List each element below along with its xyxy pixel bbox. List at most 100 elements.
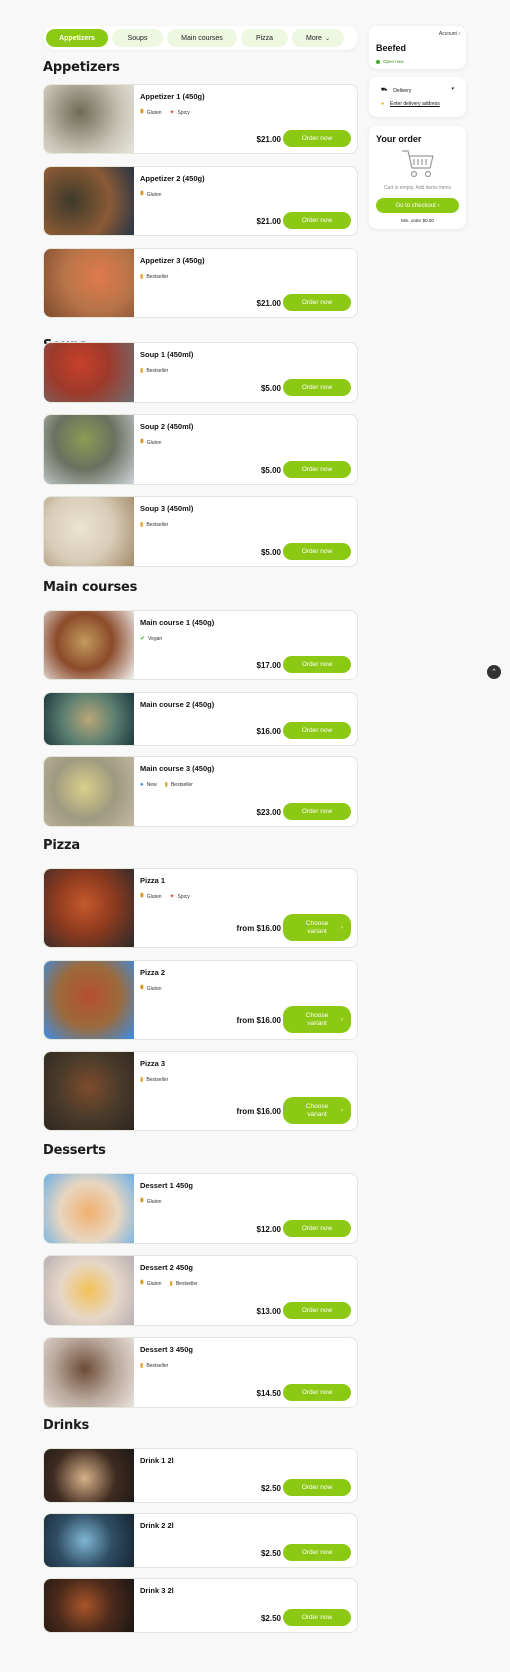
product-photo[interactable] [44, 249, 134, 317]
product-price: $17.00 [256, 661, 281, 670]
tab-more[interactable]: More ⌄ [292, 29, 344, 47]
product-card: Appetizer 1 (450g) ⬮ Gluten ✦ Spicy $21.00 Ord… [43, 84, 358, 154]
product-tags: ⬮ Gluten [140, 191, 351, 198]
tab-appetizers[interactable]: Appetizers [46, 29, 108, 47]
section-title: Main courses [43, 580, 138, 595]
chevron-down-icon: ⌄ [324, 35, 330, 42]
bestseller-icon: ▮ [140, 522, 144, 528]
bestseller-icon: ▮ [140, 1363, 144, 1369]
order-now-button[interactable]: Order now [283, 130, 351, 147]
product-photo[interactable] [44, 1338, 134, 1407]
tab-main-courses[interactable]: Main courses [167, 29, 237, 47]
gluten-icon: ⬮ [140, 1198, 144, 1204]
product-photo[interactable] [44, 1449, 134, 1502]
product-photo[interactable] [44, 757, 134, 826]
vegan-icon: ✔ [140, 636, 146, 642]
shopping-cart-icon [402, 150, 434, 178]
order-now-button[interactable]: Order now [283, 461, 351, 478]
restaurant-name: Beefed [376, 43, 407, 53]
checkout-button[interactable]: Go to checkout › [376, 198, 459, 213]
product-price: $14.50 [256, 1389, 281, 1398]
product-photo[interactable] [44, 1256, 134, 1325]
product-tag-label: New [146, 781, 157, 788]
order-now-button[interactable]: Order now [283, 803, 351, 820]
button-label: Choose variant [305, 1102, 329, 1118]
order-now-button[interactable]: Order now [283, 294, 351, 311]
open-status: Open now [376, 59, 404, 64]
product-photo[interactable] [44, 85, 134, 153]
order-now-button[interactable]: Order now [283, 1384, 351, 1401]
product-photo[interactable] [44, 693, 134, 745]
order-now-button[interactable]: Order now [283, 1220, 351, 1237]
product-photo[interactable] [44, 611, 134, 679]
product-tag: ▮ Bestseller [140, 367, 168, 375]
bestseller-icon: ▮ [140, 1077, 144, 1083]
product-tag: ✦ Spicy [170, 109, 190, 117]
product-photo[interactable] [44, 167, 134, 235]
new-icon: ● [140, 781, 144, 788]
product-card: Pizza 1 ⬮ Gluten ✦ Spicy from $16.00 Choose va… [43, 868, 358, 948]
product-tag-label: Bestseller [170, 781, 193, 788]
product-details: Dessert 3 450g ▮ Bestseller $14.50 Order now [134, 1338, 357, 1407]
tab-soups[interactable]: Soups [112, 29, 163, 47]
product-tag: ▮ Bestseller [170, 1280, 198, 1288]
choose-variant-button[interactable]: Choose variant › [283, 1097, 351, 1124]
order-now-button[interactable]: Order now [283, 212, 351, 229]
product-photo[interactable] [44, 1579, 134, 1632]
product-card: Soup 3 (450ml) ▮ Bestseller $5.00 Order now [43, 496, 358, 567]
button-label: Order now [301, 1614, 333, 1621]
status-dot-icon [376, 59, 380, 64]
product-price: $2.50 [260, 1484, 281, 1493]
delivery-mode-select[interactable]: ⛟ Delivery [381, 87, 411, 94]
product-photo[interactable] [44, 497, 134, 566]
product-tags: ▮ Bestseller [140, 1362, 351, 1370]
chevron-right-icon: › [341, 1017, 343, 1023]
order-now-button[interactable]: Order now [283, 1479, 351, 1496]
product-details: Drink 2 2l $2.50 Order now [134, 1514, 357, 1567]
button-label: Order now [301, 1307, 333, 1314]
product-name: Dessert 3 450g [140, 1345, 193, 1354]
product-tag: ✦ Spicy [169, 893, 190, 901]
product-photo[interactable] [44, 415, 134, 484]
delivery-address[interactable]: ● Enter delivery address [381, 101, 440, 107]
product-card: Main course 1 (450g) ✔ Vegan $17.00 Order no… [43, 610, 358, 680]
choose-variant-button[interactable]: Choose variant › [283, 1006, 351, 1033]
order-now-button[interactable]: Order now [283, 722, 351, 739]
product-tag: ⬮ Gluten [140, 985, 162, 992]
product-tag-label: Bestseller [175, 1280, 198, 1287]
scroll-up-button[interactable]: ⌃ [487, 665, 501, 679]
spicy-icon: ✦ [169, 894, 175, 900]
chevron-right-icon: › [341, 925, 343, 931]
order-title: Your order [376, 134, 422, 144]
order-panel: Your order Cart is empty. Add items item… [369, 126, 466, 229]
delivery-address-link[interactable]: Enter delivery address [390, 101, 440, 107]
order-now-button[interactable]: Order now [283, 1302, 351, 1319]
product-tag: ▮ Bestseller [140, 273, 168, 281]
product-tags: ⬮ Gluten [140, 439, 351, 446]
product-tags: ▮ Bestseller [140, 521, 351, 529]
product-card: Appetizer 2 (450g) ⬮ Gluten $21.00 Order now [43, 166, 358, 236]
product-photo[interactable] [44, 1174, 134, 1243]
tab-pizza[interactable]: Pizza [241, 29, 288, 47]
product-price: $23.00 [256, 808, 281, 817]
order-now-button[interactable]: Order now [283, 543, 351, 560]
product-details: Pizza 2 ⬮ Gluten from $16.00 Choose variant › [134, 961, 357, 1039]
order-now-button[interactable]: Order now [283, 656, 351, 673]
order-now-button[interactable]: Order now [283, 1544, 351, 1561]
product-photo[interactable] [44, 961, 134, 1039]
product-photo[interactable] [44, 1514, 134, 1567]
product-tag: ⬮ Gluten [140, 893, 162, 900]
product-price: $2.50 [260, 1549, 281, 1558]
product-price: from $16.00 [236, 1107, 281, 1116]
product-photo[interactable] [44, 1052, 134, 1130]
product-card: Appetizer 3 (450g) ▮ Bestseller $21.00 Order… [43, 248, 358, 318]
order-now-button[interactable]: Order now [283, 1609, 351, 1626]
product-tags: ⬮ Gluten ✦ Spicy [140, 109, 351, 116]
product-photo[interactable] [44, 343, 134, 402]
choose-variant-button[interactable]: Choose variant › [283, 914, 351, 941]
product-photo[interactable] [44, 869, 134, 947]
account-menu[interactable]: Account › [439, 31, 460, 37]
product-tag: ▮ Bestseller [140, 1362, 168, 1370]
checkout-label: Go to checkout [395, 202, 436, 209]
order-now-button[interactable]: Order now [283, 379, 351, 396]
